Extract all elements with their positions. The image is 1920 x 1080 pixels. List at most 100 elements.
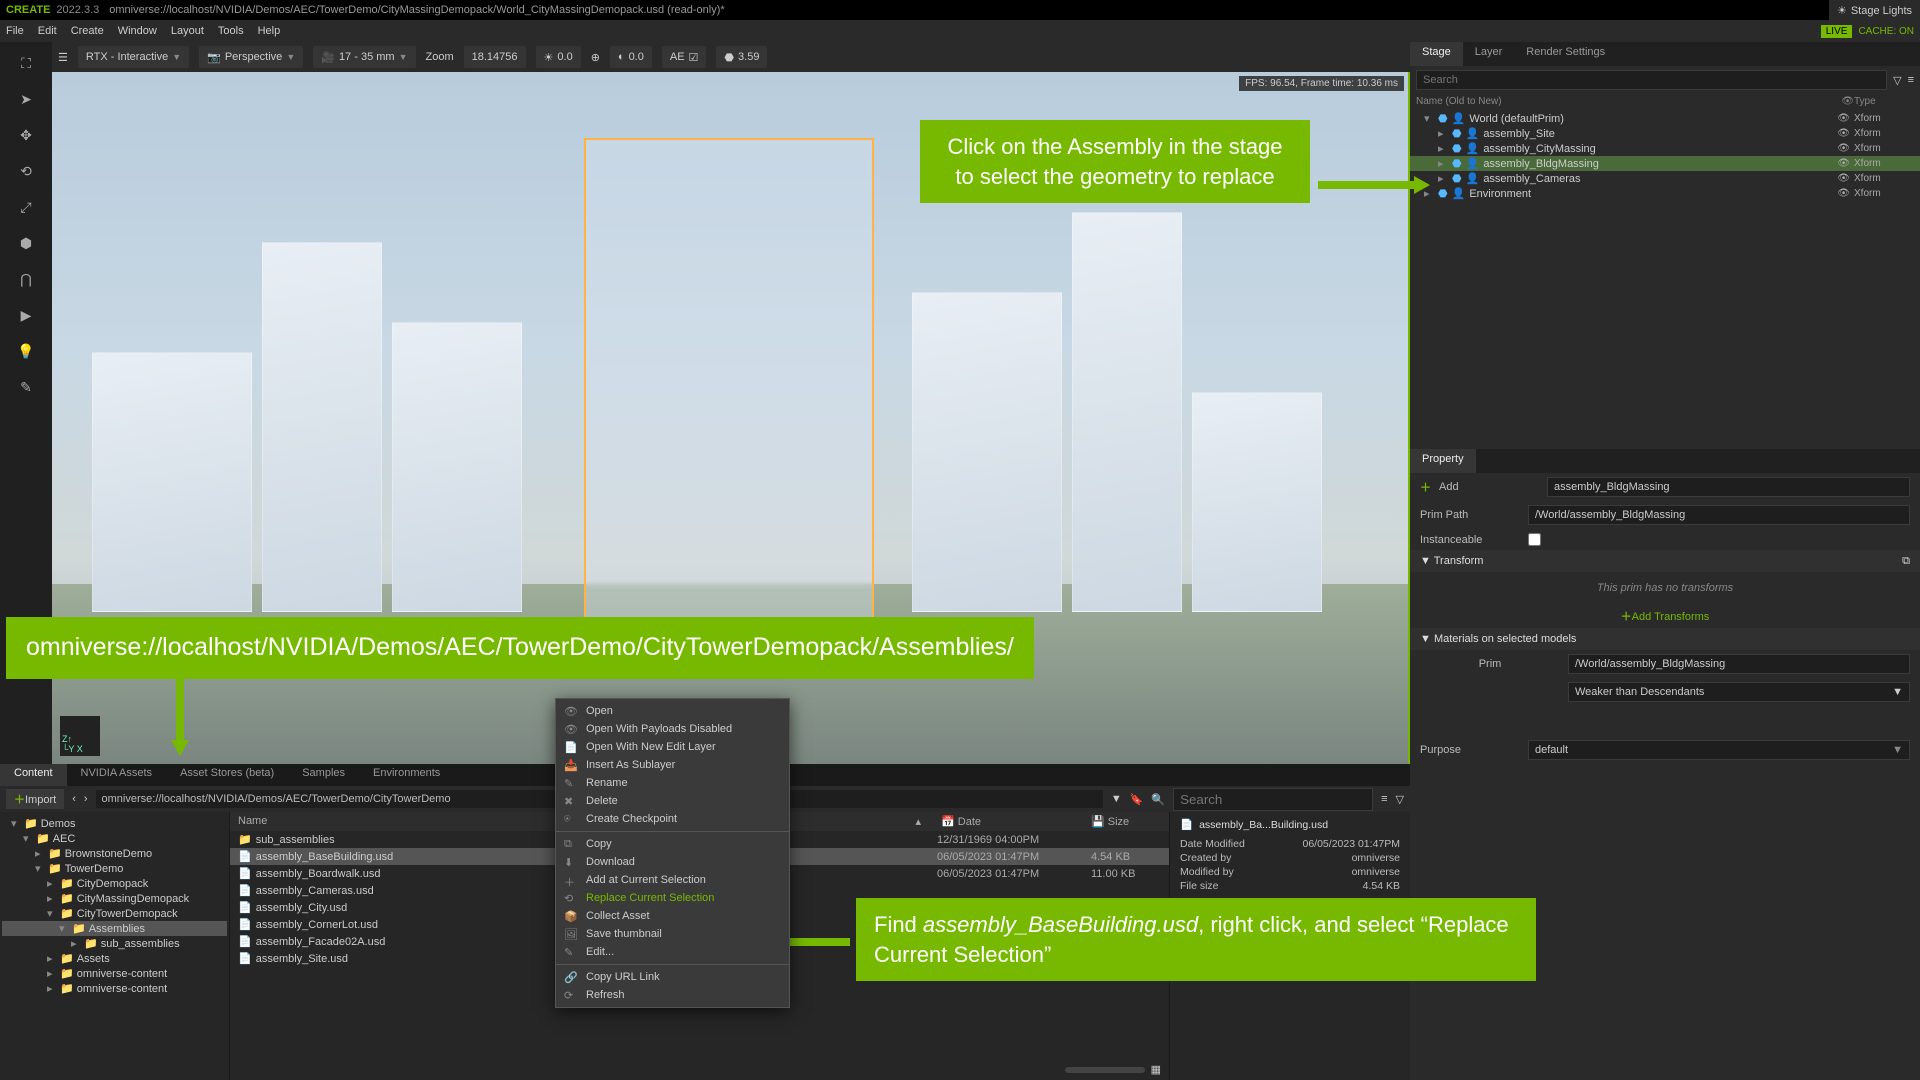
axis-gizmo[interactable]: Z↑└Y X [60, 716, 100, 756]
folder-row[interactable]: ▾📁TowerDemo [2, 861, 227, 876]
folder-row[interactable]: ▸📁omniverse-content [2, 981, 227, 996]
play-icon[interactable]: ▶ [12, 302, 40, 328]
target-icon[interactable]: ⊕ [591, 51, 600, 64]
col-size[interactable]: 💾 Size [1091, 815, 1161, 828]
plus-icon[interactable]: ＋ [1621, 611, 1632, 623]
plus-icon[interactable]: ＋ [1420, 479, 1431, 495]
content-search-input[interactable] [1173, 788, 1373, 811]
folder-row[interactable]: ▾📁CityTowerDemopack [2, 906, 227, 921]
filter-icon[interactable]: ▽ [1893, 74, 1901, 87]
stage-row[interactable]: ▸⬣👤assembly_Site👁Xform [1410, 126, 1920, 141]
folder-row[interactable]: ▸📁CityMassingDemopack [2, 891, 227, 906]
stage-row[interactable]: ▸⬣👤assembly_Cameras👁Xform [1410, 171, 1920, 186]
col-date[interactable]: 📅 Date [941, 815, 1091, 828]
ae-toggle[interactable]: AE ☑ [662, 46, 707, 68]
stage-row[interactable]: ▸⬣👤assembly_BldgMassing👁Xform [1410, 156, 1920, 171]
move-icon[interactable]: ✥ [12, 122, 40, 148]
tab-property[interactable]: Property [1410, 449, 1476, 473]
folder-row[interactable]: ▾📁Assemblies [2, 921, 227, 936]
brush-icon[interactable]: ✎ [12, 374, 40, 400]
grid-view-icon[interactable]: ▦ [1151, 1063, 1161, 1076]
import-button[interactable]: ＋Import [6, 789, 64, 809]
stage-row[interactable]: ▾⬣👤World (defaultPrim)👁Xform [1410, 111, 1920, 126]
tab-samples[interactable]: Samples [288, 764, 359, 786]
scale-icon[interactable]: ⤢ [12, 194, 40, 220]
add-transforms-button[interactable]: Add Transforms [1632, 611, 1710, 623]
lens-select[interactable]: 🎥 17 - 35 mm▼ [313, 46, 415, 68]
primpath-field[interactable]: /World/assembly_BldgMassing [1528, 505, 1910, 525]
stage-lights-toggle[interactable]: ☀ Stage Lights [1829, 0, 1920, 21]
menu-item[interactable]: ⬇Download [556, 853, 789, 871]
tab-asset-stores[interactable]: Asset Stores (beta) [166, 764, 288, 786]
menu-layout[interactable]: Layout [171, 25, 204, 37]
folder-row[interactable]: ▸📁Assets [2, 951, 227, 966]
filter-icon[interactable]: ▽ [1396, 793, 1404, 806]
stage-row[interactable]: ▸⬣👤assembly_CityMassing👁Xform [1410, 141, 1920, 156]
exposure1[interactable]: ☀ 0.0 [536, 46, 581, 68]
menu-item[interactable]: ✎Edit... [556, 943, 789, 961]
folder-row[interactable]: ▾📁Demos [2, 816, 227, 831]
menu-edit[interactable]: Edit [38, 25, 57, 37]
snap-icon[interactable]: ⬢ [12, 230, 40, 256]
sort-icon[interactable]: ▴ [915, 815, 921, 828]
menu-tools[interactable]: Tools [218, 25, 244, 37]
folder-row[interactable]: ▸📁CityDemopack [2, 876, 227, 891]
folder-row[interactable]: ▸📁omniverse-content [2, 966, 227, 981]
menu-item[interactable]: 👁Open [556, 702, 789, 720]
transform-section[interactable]: ▼ Transform ⧉ [1410, 550, 1920, 572]
hamburger-icon[interactable]: ☰ [58, 51, 68, 64]
stage-col-name[interactable]: Name (Old to New) [1416, 96, 1841, 107]
materials-section[interactable]: ▼ Materials on selected models [1410, 628, 1920, 650]
menu-item[interactable]: ⍟Create Checkpoint [556, 810, 789, 828]
menu-create[interactable]: Create [71, 25, 104, 37]
menu-item[interactable]: 🔗Copy URL Link [556, 968, 789, 986]
folder-tree[interactable]: ▾📁Demos▾📁AEC▸📁BrownstoneDemo▾📁TowerDemo▸… [0, 812, 230, 1080]
selected-geometry[interactable] [584, 138, 874, 648]
exposure2[interactable]: ◐ 0.0 [610, 46, 652, 68]
camera-select[interactable]: 📷 Perspective▼ [199, 46, 303, 68]
menu-item[interactable]: ＋Add at Current Selection [556, 871, 789, 889]
menu-item[interactable]: ✎Rename [556, 774, 789, 792]
tab-environments[interactable]: Environments [359, 764, 454, 786]
stage-col-type[interactable]: Type [1854, 96, 1914, 107]
tab-nvidia-assets[interactable]: NVIDIA Assets [67, 764, 167, 786]
tab-content[interactable]: Content [0, 764, 67, 786]
menu-item[interactable]: ✖Delete [556, 792, 789, 810]
rotate-icon[interactable]: ⟲ [12, 158, 40, 184]
tab-layer[interactable]: Layer [1463, 42, 1515, 66]
menu-item[interactable]: ⧉Copy [556, 835, 789, 853]
fstop[interactable]: ⬣ 3.59 [716, 46, 767, 68]
magnet-icon[interactable]: ⋂ [12, 266, 40, 292]
menu-item[interactable]: ⟳Refresh [556, 986, 789, 1004]
instanceable-checkbox[interactable] [1528, 533, 1541, 546]
folder-row[interactable]: ▾📁AEC [2, 831, 227, 846]
menu-window[interactable]: Window [118, 25, 157, 37]
menu-item[interactable]: 📥Insert As Sublayer [556, 756, 789, 774]
add-field[interactable]: assembly_BldgMassing [1547, 477, 1910, 497]
frame-icon[interactable]: ⛶ [12, 50, 40, 76]
menu-help[interactable]: Help [258, 25, 281, 37]
list-view-icon[interactable]: ≡ [1381, 793, 1387, 805]
purpose-select[interactable]: default ▼ [1528, 740, 1910, 760]
options-icon[interactable]: ≡ [1908, 74, 1914, 86]
select-icon[interactable]: ➤ [12, 86, 40, 112]
zoom-slider[interactable] [1065, 1067, 1145, 1073]
nav-back-icon[interactable]: ‹ [72, 793, 76, 805]
menu-item[interactable]: 📄Open With New Edit Layer [556, 738, 789, 756]
stage-tree[interactable]: ▾⬣👤World (defaultPrim)👁Xform▸⬣👤assembly_… [1410, 109, 1920, 449]
strength-select[interactable]: Weaker than Descendants ▼ [1568, 682, 1910, 702]
tab-stage[interactable]: Stage [1410, 42, 1463, 66]
menu-item[interactable]: 📦Collect Asset [556, 907, 789, 925]
bookmark-icon[interactable]: 🔖 [1130, 793, 1144, 806]
folder-row[interactable]: ▸📁sub_assemblies [2, 936, 227, 951]
menu-item[interactable]: 🖼Save thumbnail [556, 925, 789, 943]
menu-item[interactable]: 👁Open With Payloads Disabled [556, 720, 789, 738]
menu-file[interactable]: File [6, 25, 24, 37]
light-icon[interactable]: 💡 [12, 338, 40, 364]
folder-row[interactable]: ▸📁BrownstoneDemo [2, 846, 227, 861]
nav-fwd-icon[interactable]: › [84, 793, 88, 805]
live-badge[interactable]: LIVE [1821, 25, 1853, 38]
tab-render-settings[interactable]: Render Settings [1514, 42, 1617, 66]
stage-row[interactable]: ▸⬣👤Environment👁Xform [1410, 186, 1920, 201]
dropdown-icon[interactable]: ▼ [1111, 793, 1122, 805]
